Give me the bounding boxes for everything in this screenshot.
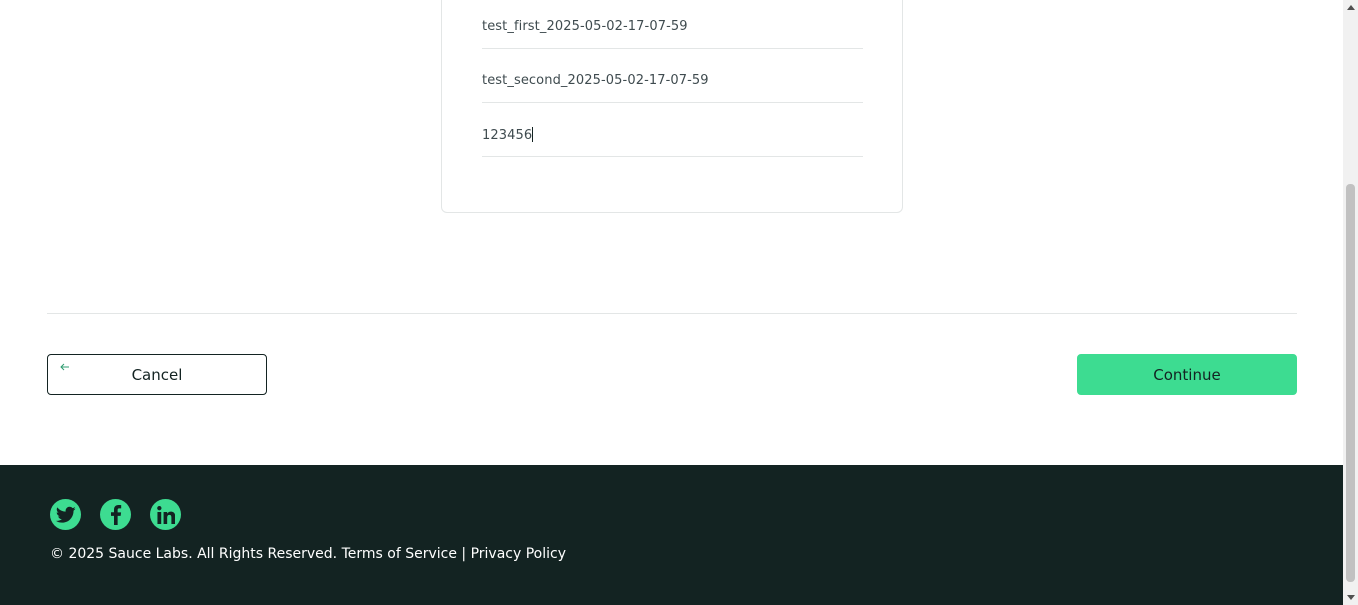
footer: © 2025 Sauce Labs. All Rights Reserved. … [0,465,1343,605]
continue-button[interactable]: Continue [1077,354,1297,395]
facebook-icon[interactable] [100,499,131,530]
scroll-down-icon[interactable] [1343,590,1358,605]
footer-copy: © 2025 Sauce Labs. All Rights Reserved. … [50,546,566,562]
postal-code-value: 123456 [482,128,533,143]
privacy-policy-link[interactable]: Privacy Policy [471,546,566,562]
terms-of-service-link[interactable]: Terms of Service [342,546,457,562]
postal-code-value-wrap: 123456 [482,127,534,143]
last-name-value: test_second_2025-05-02-17-07-59 [482,73,709,88]
continue-label: Continue [1153,365,1221,384]
copyright-text: © 2025 Sauce Labs. All Rights Reserved. [50,546,338,562]
checkout-info-form: test_first_2025-05-02-17-07-59 test_seco… [441,0,903,213]
twitter-icon[interactable] [50,499,81,530]
last-name-field[interactable]: test_second_2025-05-02-17-07-59 [482,73,863,103]
arrow-left-icon [60,361,70,374]
first-name-field[interactable]: test_first_2025-05-02-17-07-59 [482,19,863,49]
scroll-up-icon[interactable] [1343,0,1358,15]
checkout-page: test_first_2025-05-02-17-07-59 test_seco… [0,0,1343,605]
postal-code-field[interactable]: 123456 [482,127,863,157]
cancel-button[interactable]: Cancel [47,354,267,395]
text-caret [532,127,534,142]
footer-separator: | [461,546,467,562]
scrollbar-thumb[interactable] [1346,184,1355,582]
vertical-scrollbar[interactable] [1343,0,1358,605]
divider [47,313,1297,314]
first-name-value: test_first_2025-05-02-17-07-59 [482,19,688,34]
cancel-label: Cancel [131,365,183,384]
linkedin-icon[interactable] [150,499,181,530]
